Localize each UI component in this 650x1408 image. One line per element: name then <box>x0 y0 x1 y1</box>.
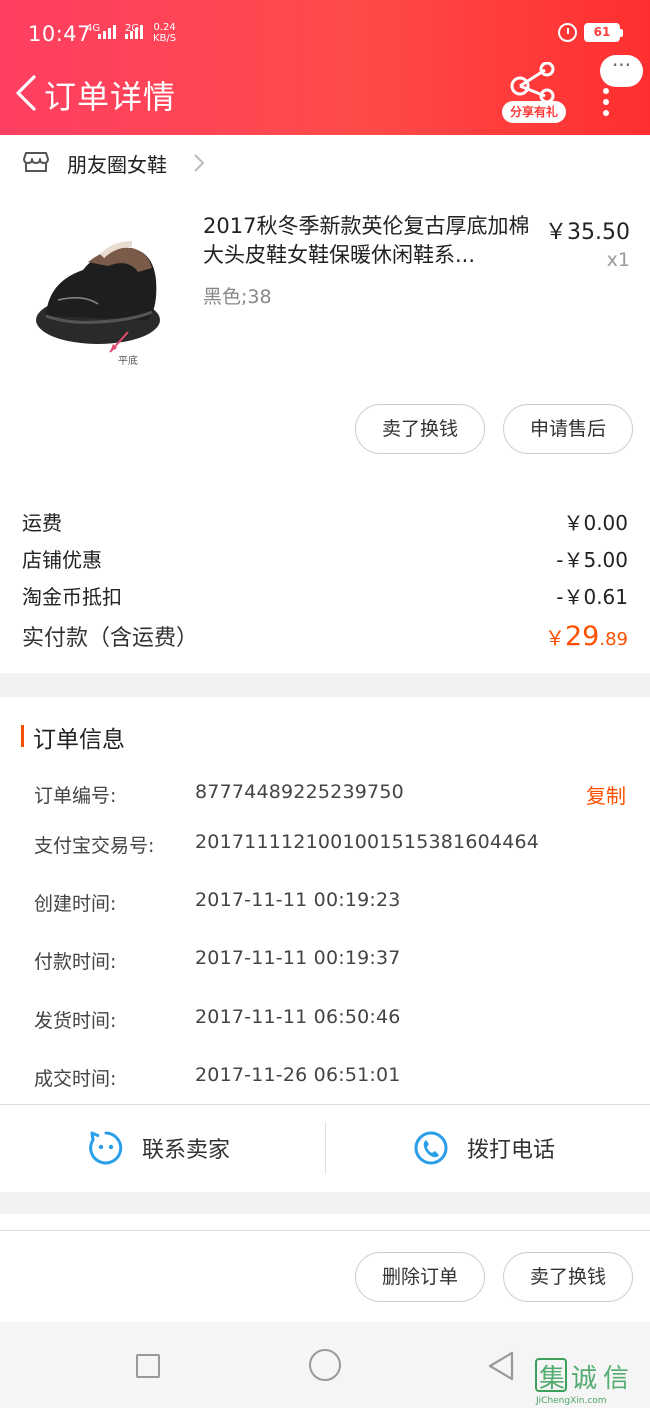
total-row: 实付款（含运费） ￥29.89 <box>22 620 628 652</box>
total-amount: ￥29.89 <box>545 621 628 652</box>
shoe-image <box>36 241 160 353</box>
section-divider <box>0 673 650 697</box>
paid-time-value: 2017-11-11 00:19:37 <box>195 947 401 969</box>
resell-bottom-button[interactable]: 卖了换钱 <box>503 1252 633 1302</box>
order-info-title: 订单信息 <box>33 727 125 753</box>
section-divider <box>0 1192 650 1214</box>
contact-divider <box>325 1122 326 1174</box>
fee-label: 店铺优惠 <box>22 548 102 572</box>
net-speed: 0.24 KB/S <box>153 22 176 44</box>
fee-value: ￥0.00 <box>563 511 628 535</box>
home-icon[interactable] <box>309 1349 341 1381</box>
total-decimal: .89 <box>599 629 628 650</box>
after-sale-button[interactable]: 申请售后 <box>503 404 633 454</box>
paid-time-label: 付款时间: <box>34 951 117 973</box>
net-speed-value: 0.24 <box>153 22 176 33</box>
created-time-label: 创建时间: <box>34 893 117 915</box>
alipay-trade-value: 2017111121001001515381604464 <box>195 831 540 853</box>
shipped-time-label: 发货时间: <box>34 1010 117 1032</box>
delete-order-button[interactable]: 删除订单 <box>355 1252 485 1302</box>
product-title[interactable]: 2017秋冬季新款英伦复古厚底加棉大头皮鞋女鞋保暖休闲鞋系... <box>203 212 533 270</box>
call-phone-label: 拨打电话 <box>467 1138 556 1163</box>
copy-button[interactable]: 复制 <box>586 780 626 809</box>
coin-deduction-row: 淘金币抵扣 -￥0.61 <box>22 581 628 610</box>
net-speed-unit: KB/S <box>153 33 177 44</box>
fee-value: -￥5.00 <box>556 548 628 572</box>
contact-seller-button[interactable]: 联系卖家 <box>88 1125 230 1171</box>
total-label: 实付款（含运费） <box>22 626 199 651</box>
status-bar: 10:47 4G 2G 0.24 KB/S 61 <box>0 0 650 66</box>
watermark-text: 集诚信 <box>539 1364 636 1394</box>
battery-icon: 61 <box>584 23 623 42</box>
shop-row[interactable]: 朋友圈女鞋 <box>0 135 650 190</box>
top-header: 10:47 4G 2G 0.24 KB/S 61 订单详情 分享有礼 ··· <box>0 0 650 135</box>
back-arrow-icon[interactable] <box>12 73 40 113</box>
fee-label: 淘金币抵扣 <box>22 585 122 609</box>
completed-time-label: 成交时间: <box>34 1068 117 1090</box>
fee-label: 运费 <box>22 511 62 535</box>
order-number-label: 订单编号: <box>34 785 117 807</box>
status-time: 10:47 <box>28 22 92 46</box>
product-price: ￥35.50 <box>545 220 630 245</box>
shipping-fee-row: 运费 ￥0.00 <box>22 507 628 536</box>
recent-apps-icon[interactable] <box>136 1354 160 1378</box>
phone-icon <box>414 1131 448 1165</box>
chevron-right-icon <box>194 154 205 172</box>
shipped-time-value: 2017-11-11 06:50:46 <box>195 1006 401 1028</box>
share-button[interactable]: 分享有礼 <box>502 61 566 124</box>
share-icon <box>510 61 555 104</box>
alipay-trade-label: 支付宝交易号: <box>34 835 155 857</box>
product-image[interactable]: 平底 <box>28 220 173 375</box>
total-currency: ￥ <box>545 626 565 650</box>
message-bubble-button[interactable]: ··· <box>600 55 643 87</box>
section-accent-bar <box>21 725 24 747</box>
order-number-value: 87774489225239750 <box>195 781 404 803</box>
contact-seller-label: 联系卖家 <box>142 1138 231 1163</box>
total-integer: 29 <box>565 621 600 652</box>
share-label: 分享有礼 <box>502 101 566 123</box>
more-menu-icon[interactable] <box>603 88 611 116</box>
alarm-icon <box>558 23 577 42</box>
page-title: 订单详情 <box>44 78 177 116</box>
divider <box>0 1104 650 1105</box>
divider <box>0 1230 650 1231</box>
shop-discount-row: 店铺优惠 -￥5.00 <box>22 544 628 573</box>
shop-name: 朋友圈女鞋 <box>67 153 167 177</box>
call-phone-button[interactable]: 拨打电话 <box>413 1125 555 1171</box>
resell-button[interactable]: 卖了换钱 <box>355 404 485 454</box>
nav-back-icon[interactable] <box>486 1350 516 1382</box>
signal-2g-icon <box>125 25 143 39</box>
chat-face-icon <box>89 1131 123 1165</box>
created-time-value: 2017-11-11 00:19:23 <box>195 889 401 911</box>
signal-4g-icon <box>98 25 116 39</box>
product-image-caption: 平底 <box>118 356 138 367</box>
watermark-domain: JiChengXin.com <box>536 1396 607 1406</box>
product-quantity: x1 <box>606 249 630 271</box>
completed-time-value: 2017-11-26 06:51:01 <box>195 1064 401 1086</box>
product-spec: 黑色;38 <box>203 286 272 308</box>
shop-icon <box>23 152 49 172</box>
fee-value: -￥0.61 <box>556 585 628 609</box>
